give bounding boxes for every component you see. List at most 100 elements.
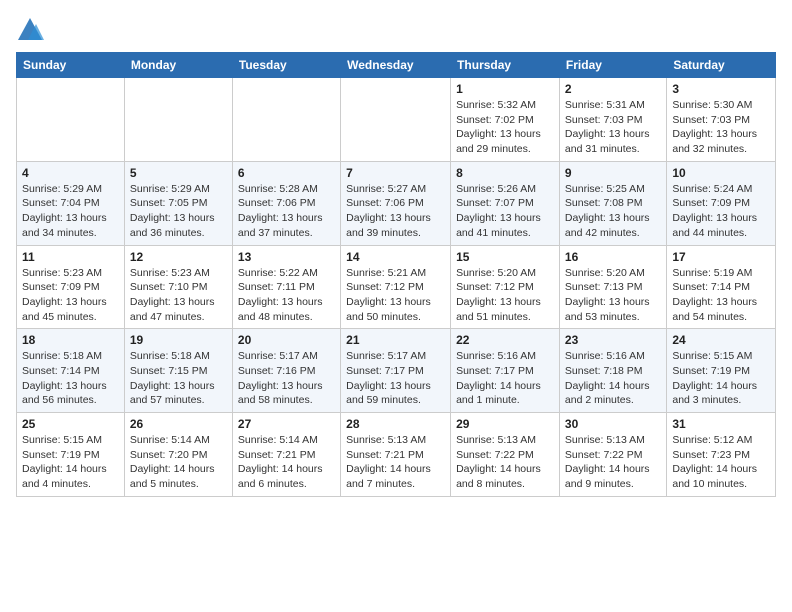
logo-icon — [16, 16, 44, 44]
day-info: Sunrise: 5:25 AM Sunset: 7:08 PM Dayligh… — [565, 182, 661, 241]
day-number: 1 — [456, 82, 554, 96]
col-header-wednesday: Wednesday — [341, 53, 451, 78]
day-cell: 18Sunrise: 5:18 AM Sunset: 7:14 PM Dayli… — [17, 329, 125, 413]
day-cell: 27 Sunrise: 5:14 AM Sunset: 7:21 PM Dayli… — [232, 413, 340, 497]
day-number: 20 — [238, 333, 335, 347]
day-cell: 1 Sunrise: 5:32 AM Sunset: 7:02 PM Daylig… — [451, 78, 560, 162]
day-info: Sunrise: 5:26 AM Sunset: 7:07 PM Dayligh… — [456, 182, 554, 241]
day-cell — [124, 78, 232, 162]
day-cell: 26 Sunrise: 5:14 AM Sunset: 7:20 PM Dayli… — [124, 413, 232, 497]
day-cell: 30 Sunrise: 5:13 AM Sunset: 7:22 PM Dayli… — [559, 413, 666, 497]
day-info: Sunrise: 5:14 AM Sunset: 7:20 PM Dayligh… — [130, 433, 227, 492]
day-info: Sunrise: 5:21 AM Sunset: 7:12 PM Dayligh… — [346, 266, 445, 325]
day-number: 22 — [456, 333, 554, 347]
logo — [16, 16, 48, 44]
day-cell: 20 Sunrise: 5:17 AM Sunset: 7:16 PM Dayli… — [232, 329, 340, 413]
header-row: SundayMondayTuesdayWednesdayThursdayFrid… — [17, 53, 776, 78]
day-cell: 19 Sunrise: 5:18 AM Sunset: 7:15 PM Dayli… — [124, 329, 232, 413]
col-header-sunday: Sunday — [17, 53, 125, 78]
day-number: 30 — [565, 417, 661, 431]
day-number: 3 — [672, 82, 770, 96]
day-number: 11 — [22, 250, 119, 264]
day-info: Sunrise: 5:20 AM Sunset: 7:12 PM Dayligh… — [456, 266, 554, 325]
day-info: Sunrise: 5:13 AM Sunset: 7:21 PM Dayligh… — [346, 433, 445, 492]
day-info: Sunrise: 5:15 AM Sunset: 7:19 PM Dayligh… — [672, 349, 770, 408]
day-cell: 15Sunrise: 5:20 AM Sunset: 7:12 PM Dayli… — [451, 245, 560, 329]
day-cell: 7 Sunrise: 5:27 AM Sunset: 7:06 PM Daylig… — [341, 161, 451, 245]
day-info: Sunrise: 5:20 AM Sunset: 7:13 PM Dayligh… — [565, 266, 661, 325]
col-header-monday: Monday — [124, 53, 232, 78]
day-info: Sunrise: 5:17 AM Sunset: 7:17 PM Dayligh… — [346, 349, 445, 408]
day-cell — [232, 78, 340, 162]
day-cell: 22 Sunrise: 5:16 AM Sunset: 7:17 PM Dayli… — [451, 329, 560, 413]
col-header-thursday: Thursday — [451, 53, 560, 78]
day-info: Sunrise: 5:12 AM Sunset: 7:23 PM Dayligh… — [672, 433, 770, 492]
day-number: 18 — [22, 333, 119, 347]
day-number: 16 — [565, 250, 661, 264]
day-cell: 3 Sunrise: 5:30 AM Sunset: 7:03 PM Daylig… — [667, 78, 776, 162]
day-number: 10 — [672, 166, 770, 180]
day-cell — [17, 78, 125, 162]
day-cell: 28 Sunrise: 5:13 AM Sunset: 7:21 PM Dayli… — [341, 413, 451, 497]
day-info: Sunrise: 5:29 AM Sunset: 7:04 PM Dayligh… — [22, 182, 119, 241]
day-info: Sunrise: 5:27 AM Sunset: 7:06 PM Dayligh… — [346, 182, 445, 241]
day-cell: 17 Sunrise: 5:19 AM Sunset: 7:14 PM Dayli… — [667, 245, 776, 329]
day-number: 24 — [672, 333, 770, 347]
day-info: Sunrise: 5:24 AM Sunset: 7:09 PM Dayligh… — [672, 182, 770, 241]
col-header-saturday: Saturday — [667, 53, 776, 78]
day-info: Sunrise: 5:22 AM Sunset: 7:11 PM Dayligh… — [238, 266, 335, 325]
day-info: Sunrise: 5:13 AM Sunset: 7:22 PM Dayligh… — [565, 433, 661, 492]
day-number: 4 — [22, 166, 119, 180]
col-header-tuesday: Tuesday — [232, 53, 340, 78]
day-cell: 21 Sunrise: 5:17 AM Sunset: 7:17 PM Dayli… — [341, 329, 451, 413]
day-info: Sunrise: 5:30 AM Sunset: 7:03 PM Dayligh… — [672, 98, 770, 157]
day-cell: 12Sunrise: 5:23 AM Sunset: 7:10 PM Dayli… — [124, 245, 232, 329]
header — [16, 16, 776, 44]
day-number: 17 — [672, 250, 770, 264]
day-info: Sunrise: 5:17 AM Sunset: 7:16 PM Dayligh… — [238, 349, 335, 408]
day-info: Sunrise: 5:14 AM Sunset: 7:21 PM Dayligh… — [238, 433, 335, 492]
day-number: 2 — [565, 82, 661, 96]
day-info: Sunrise: 5:23 AM Sunset: 7:09 PM Dayligh… — [22, 266, 119, 325]
day-cell: 2 Sunrise: 5:31 AM Sunset: 7:03 PM Daylig… — [559, 78, 666, 162]
week-row-2: 4 Sunrise: 5:29 AM Sunset: 7:04 PM Daylig… — [17, 161, 776, 245]
week-row-3: 11 Sunrise: 5:23 AM Sunset: 7:09 PM Dayli… — [17, 245, 776, 329]
day-number: 31 — [672, 417, 770, 431]
week-row-4: 18Sunrise: 5:18 AM Sunset: 7:14 PM Dayli… — [17, 329, 776, 413]
day-cell: 6Sunrise: 5:28 AM Sunset: 7:06 PM Daylig… — [232, 161, 340, 245]
week-row-5: 25 Sunrise: 5:15 AM Sunset: 7:19 PM Dayli… — [17, 413, 776, 497]
day-cell: 31 Sunrise: 5:12 AM Sunset: 7:23 PM Dayli… — [667, 413, 776, 497]
day-number: 27 — [238, 417, 335, 431]
day-info: Sunrise: 5:28 AM Sunset: 7:06 PM Dayligh… — [238, 182, 335, 241]
day-number: 21 — [346, 333, 445, 347]
day-number: 29 — [456, 417, 554, 431]
day-info: Sunrise: 5:19 AM Sunset: 7:14 PM Dayligh… — [672, 266, 770, 325]
day-cell: 10 Sunrise: 5:24 AM Sunset: 7:09 PM Dayli… — [667, 161, 776, 245]
day-cell: 14Sunrise: 5:21 AM Sunset: 7:12 PM Dayli… — [341, 245, 451, 329]
day-cell — [341, 78, 451, 162]
day-info: Sunrise: 5:31 AM Sunset: 7:03 PM Dayligh… — [565, 98, 661, 157]
day-cell: 13 Sunrise: 5:22 AM Sunset: 7:11 PM Dayli… — [232, 245, 340, 329]
day-cell: 9 Sunrise: 5:25 AM Sunset: 7:08 PM Daylig… — [559, 161, 666, 245]
day-number: 26 — [130, 417, 227, 431]
day-info: Sunrise: 5:16 AM Sunset: 7:17 PM Dayligh… — [456, 349, 554, 408]
day-cell: 25 Sunrise: 5:15 AM Sunset: 7:19 PM Dayli… — [17, 413, 125, 497]
day-info: Sunrise: 5:16 AM Sunset: 7:18 PM Dayligh… — [565, 349, 661, 408]
day-cell: 29Sunrise: 5:13 AM Sunset: 7:22 PM Dayli… — [451, 413, 560, 497]
day-info: Sunrise: 5:15 AM Sunset: 7:19 PM Dayligh… — [22, 433, 119, 492]
col-header-friday: Friday — [559, 53, 666, 78]
day-number: 8 — [456, 166, 554, 180]
day-info: Sunrise: 5:18 AM Sunset: 7:15 PM Dayligh… — [130, 349, 227, 408]
day-number: 7 — [346, 166, 445, 180]
day-number: 13 — [238, 250, 335, 264]
day-number: 25 — [22, 417, 119, 431]
week-row-1: 1 Sunrise: 5:32 AM Sunset: 7:02 PM Daylig… — [17, 78, 776, 162]
day-number: 9 — [565, 166, 661, 180]
day-number: 28 — [346, 417, 445, 431]
day-info: Sunrise: 5:32 AM Sunset: 7:02 PM Dayligh… — [456, 98, 554, 157]
day-number: 19 — [130, 333, 227, 347]
day-cell: 16 Sunrise: 5:20 AM Sunset: 7:13 PM Dayli… — [559, 245, 666, 329]
day-cell: 11 Sunrise: 5:23 AM Sunset: 7:09 PM Dayli… — [17, 245, 125, 329]
day-number: 12 — [130, 250, 227, 264]
day-info: Sunrise: 5:29 AM Sunset: 7:05 PM Dayligh… — [130, 182, 227, 241]
